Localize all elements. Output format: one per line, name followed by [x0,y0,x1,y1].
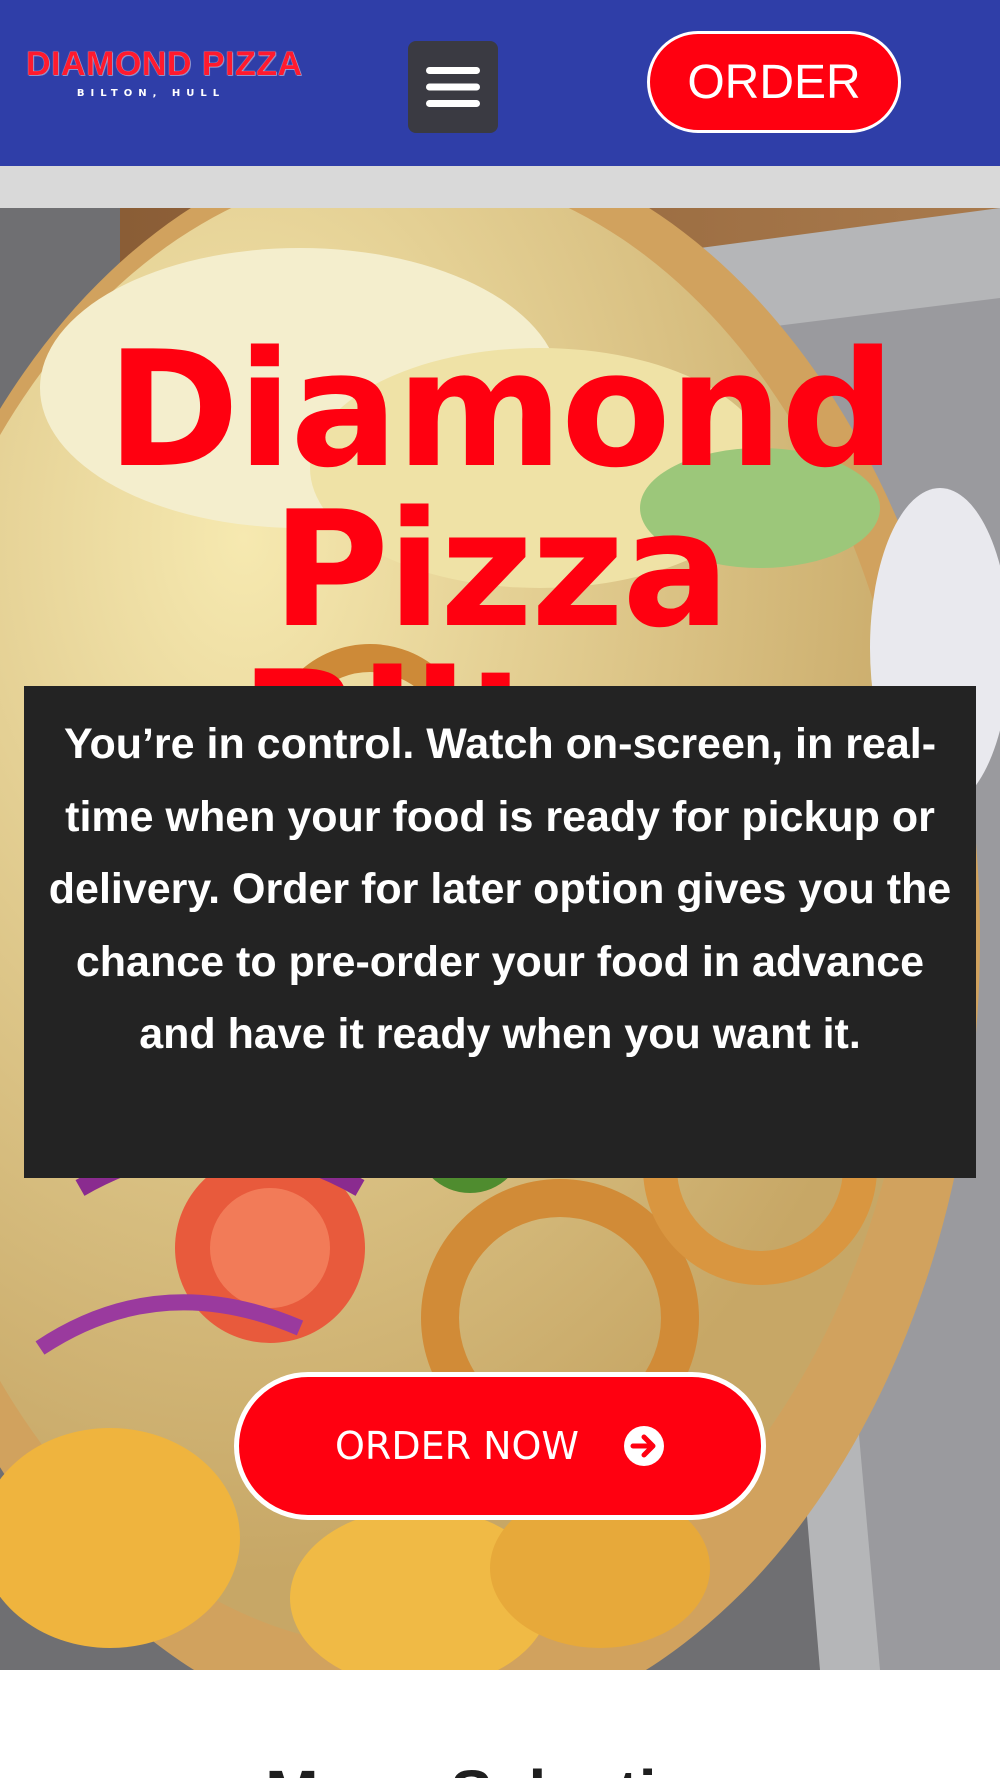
hero-section: Diamond Pizza Bilton You’re in control. … [0,208,1000,1670]
logo-title: DIAMOND PIZZA [26,45,303,83]
site-header: DIAMOND PIZZA BILTON, HULL ORDER [0,0,1000,166]
order-now-button[interactable]: ORDER NOW [234,1372,766,1520]
arrow-circle-right-icon [623,1426,664,1466]
menu-selection-section: Menu Selection [0,1670,1000,1778]
order-now-label: ORDER NOW [335,1424,579,1468]
logo-subtitle: BILTON, HULL [76,88,226,99]
menu-selection-heading: Menu Selection [0,1756,1000,1778]
header-order-button[interactable]: ORDER [647,31,901,133]
hamburger-menu-icon [426,67,480,107]
hero-title-line-1: Diamond [106,316,896,503]
hero-description-box: You’re in control. Watch on-screen, in r… [24,686,976,1178]
menu-toggle-button[interactable] [408,41,498,133]
hero-description: You’re in control. Watch on-screen, in r… [48,720,952,1058]
header-divider-band [0,166,1000,208]
site-logo[interactable]: DIAMOND PIZZA BILTON, HULL [26,44,316,114]
